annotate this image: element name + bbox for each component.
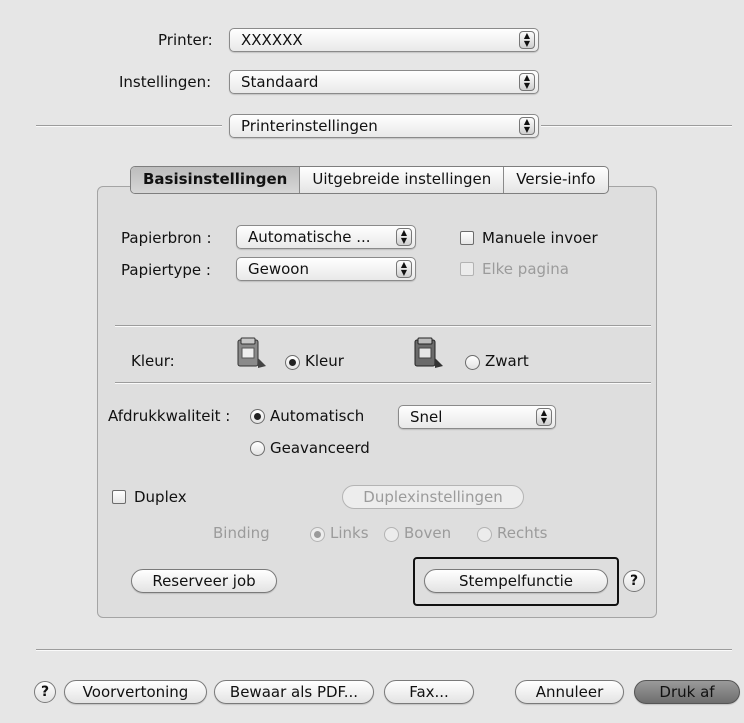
print-button[interactable]: Druk af: [634, 680, 740, 704]
popup-arrows-icon: ▲ ▼: [536, 408, 552, 426]
binding-top-label: Boven: [404, 524, 452, 542]
tab-bar: Basisinstellingen Uitgebreide instelling…: [130, 166, 609, 194]
binding-right-radio[interactable]: [477, 527, 492, 542]
binding-right-label: Rechts: [497, 524, 548, 542]
fax-button[interactable]: Fax...: [384, 680, 474, 704]
quality-auto-radio[interactable]: [250, 409, 265, 424]
printer-value: XXXXXX: [241, 31, 303, 49]
quality-advanced-label: Geavanceerd: [270, 439, 370, 457]
color-option-label: Kleur: [305, 352, 344, 370]
separator-line: [36, 125, 222, 127]
tab-advanced[interactable]: Uitgebreide instellingen: [300, 167, 505, 193]
paper-source-label: Papierbron :: [121, 229, 212, 247]
black-radio[interactable]: [465, 355, 480, 370]
popup-arrows-icon: ▲ ▼: [396, 228, 412, 246]
color-ink-cartridge-icon: [237, 337, 266, 368]
paper-type-popup[interactable]: Gewoon ▲ ▼: [236, 257, 416, 281]
tab-version-info[interactable]: Versie-info: [504, 167, 607, 193]
separator-line: [115, 325, 651, 327]
speed-popup[interactable]: Snel ▲ ▼: [398, 405, 556, 429]
footer-help-button[interactable]: ?: [34, 681, 56, 703]
color-radio[interactable]: [285, 355, 300, 370]
separator-line: [541, 125, 732, 127]
binding-left-radio[interactable]: [310, 527, 325, 542]
each-page-checkbox[interactable]: [460, 262, 474, 276]
save-pdf-button[interactable]: Bewaar als PDF...: [214, 680, 374, 704]
binding-label: Binding: [213, 524, 270, 542]
each-page-label: Elke pagina: [482, 260, 569, 278]
black-option-label: Zwart: [485, 352, 529, 370]
binding-left-label: Links: [330, 524, 369, 542]
manual-feed-label: Manuele invoer: [482, 229, 598, 247]
color-label: Kleur:: [131, 352, 175, 370]
pane-popup[interactable]: Printerinstellingen ▲ ▼: [229, 114, 539, 138]
preview-button[interactable]: Voorvertoning: [64, 680, 207, 704]
duplex-checkbox[interactable]: [112, 490, 126, 504]
settings-value: Standaard: [241, 73, 319, 91]
quality-advanced-radio[interactable]: [250, 441, 265, 456]
printer-popup[interactable]: XXXXXX ▲ ▼: [229, 28, 539, 52]
stamp-function-button[interactable]: Stempelfunctie: [424, 569, 608, 593]
paper-source-value: Automatische ...: [248, 228, 371, 246]
black-ink-cartridge-icon: [414, 337, 443, 368]
printer-label: Printer:: [158, 31, 213, 49]
settings-popup[interactable]: Standaard ▲ ▼: [229, 70, 539, 94]
duplex-label: Duplex: [134, 488, 187, 506]
popup-arrows-icon: ▲ ▼: [396, 260, 412, 278]
separator-line: [36, 649, 732, 651]
popup-arrows-icon: ▲ ▼: [519, 117, 535, 135]
speed-value: Snel: [410, 408, 443, 426]
paper-source-popup[interactable]: Automatische ... ▲ ▼: [236, 225, 416, 249]
paper-type-label: Papiertype :: [121, 261, 211, 279]
pane-value: Printerinstellingen: [241, 117, 378, 135]
binding-top-radio[interactable]: [384, 527, 399, 542]
settings-label: Instellingen:: [119, 73, 212, 91]
tab-basic[interactable]: Basisinstellingen: [131, 167, 301, 193]
cancel-button[interactable]: Annuleer: [515, 680, 624, 704]
separator-line: [115, 382, 651, 384]
quality-auto-label: Automatisch: [270, 407, 365, 425]
paper-type-value: Gewoon: [248, 260, 309, 278]
manual-feed-checkbox[interactable]: [460, 231, 474, 245]
popup-arrows-icon: ▲ ▼: [519, 73, 535, 91]
settings-panel: [97, 186, 657, 618]
reserve-job-button[interactable]: Reserveer job: [131, 569, 277, 593]
panel-help-button[interactable]: ?: [623, 570, 645, 592]
duplex-settings-button[interactable]: Duplexinstellingen: [342, 485, 524, 509]
popup-arrows-icon: ▲ ▼: [519, 31, 535, 49]
quality-label: Afdrukkwaliteit :: [108, 407, 231, 425]
